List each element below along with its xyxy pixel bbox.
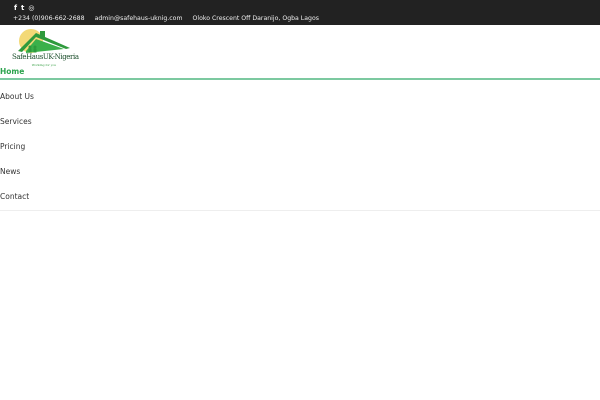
nav-divider — [0, 78, 600, 80]
nav-about-us[interactable]: About Us — [0, 91, 600, 116]
menu-bottom-border — [0, 210, 600, 211]
main-nav: Home About Us Services Pricing News Cont… — [0, 66, 600, 216]
logo[interactable]: Working for you — [14, 27, 74, 69]
address: Oloko Crescent Off Daranijo, Ogba Lagos — [192, 15, 319, 22]
social-links: f t ◎ — [14, 4, 35, 12]
twitter-icon[interactable]: t — [21, 4, 24, 12]
email[interactable]: admin@safehaus-uknig.com — [95, 15, 183, 22]
nav-contact[interactable]: Contact — [0, 191, 600, 216]
nav-pricing[interactable]: Pricing — [0, 141, 600, 166]
facebook-icon[interactable]: f — [14, 4, 17, 12]
phone[interactable]: +234 (0)906-662-2688 — [13, 15, 85, 22]
nav-home[interactable]: Home — [0, 66, 600, 78]
nav-news[interactable]: News — [0, 166, 600, 191]
logo-name: SafeHausUK-Nigeria — [12, 53, 79, 61]
top-bar: f t ◎ +234 (0)906-662-2688 admin@safehau… — [0, 0, 600, 25]
instagram-icon[interactable]: ◎ — [28, 4, 34, 12]
nav-services[interactable]: Services — [0, 116, 600, 141]
